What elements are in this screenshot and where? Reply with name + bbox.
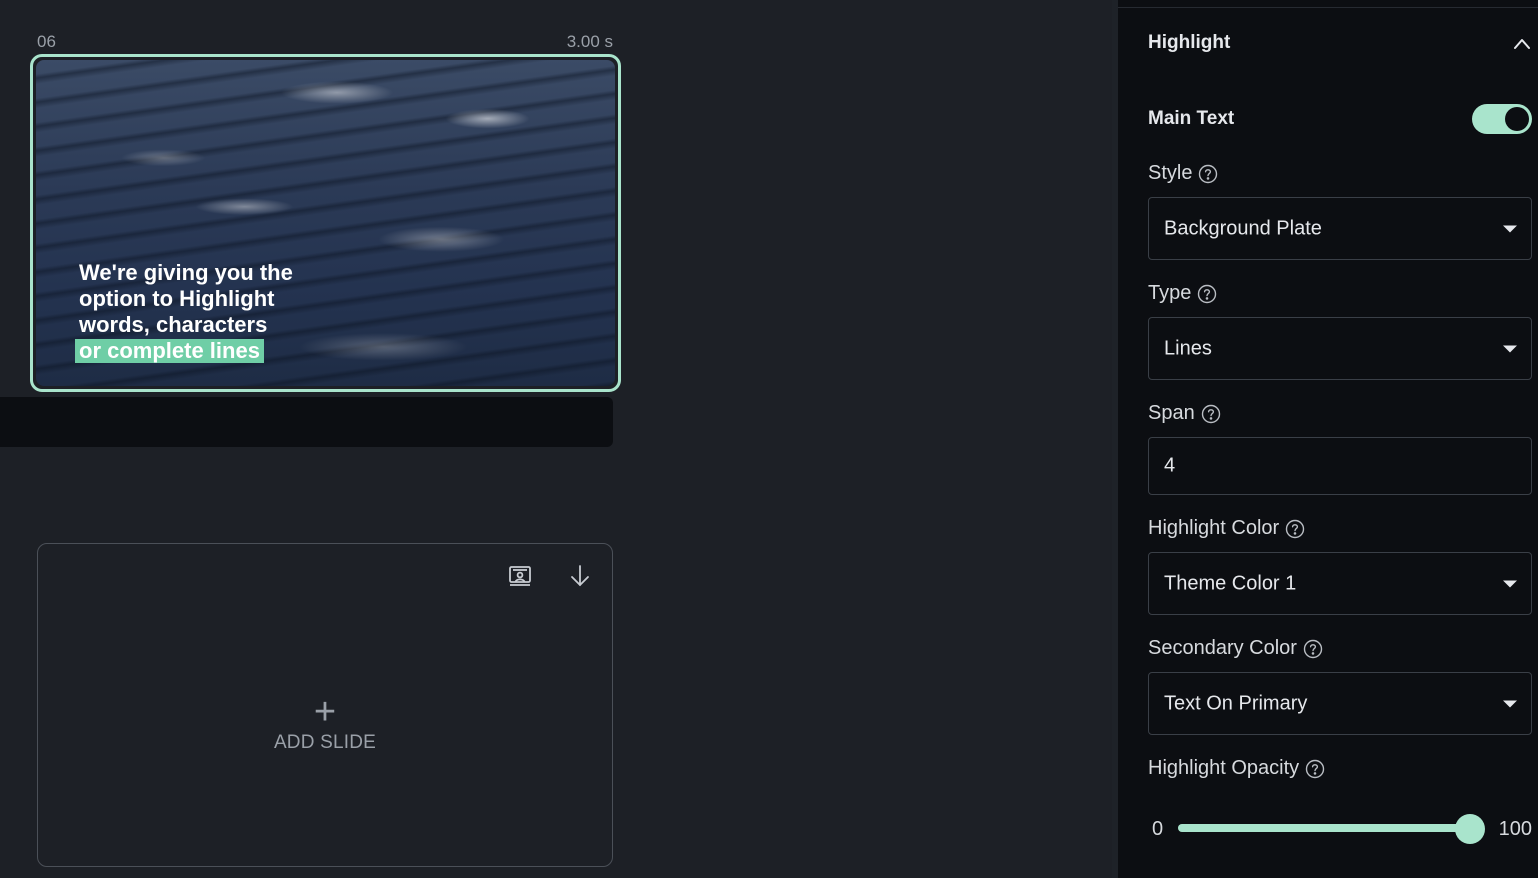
highlight-color-label: Highlight Color [1148,517,1305,540]
help-icon[interactable] [1198,164,1218,184]
properties-panel: Highlight Main Text Style Background Pla… [1112,0,1538,878]
selected-slide-card[interactable]: We're giving you the option to Highlight… [30,54,621,392]
plus-icon: + [313,691,337,733]
section-title: Highlight [1148,32,1231,53]
type-label: Type [1148,282,1217,305]
toggle-knob [1505,107,1529,131]
highlight-opacity-slider: 0 100 [1148,812,1532,844]
caption-line-1: We're giving you the [79,260,293,285]
span-input[interactable]: 4 [1148,437,1532,495]
arrow-down-icon[interactable] [566,562,594,590]
caption-line-2: option to Highlight [79,286,275,311]
slide-thumbnail: We're giving you the option to Highlight… [36,60,615,386]
highlight-color-label-text: Highlight Color [1148,517,1280,539]
highlight-opacity-label-text: Highlight Opacity [1148,757,1300,779]
slider-min: 0 [1152,818,1164,840]
slider-max: 100 [1498,818,1532,840]
highlight-section-header[interactable]: Highlight [1148,32,1532,58]
slide-duration: 3.00 s [566,32,613,51]
add-slide-tools [506,562,594,590]
slider-thumb[interactable] [1455,814,1485,844]
style-label: Style [1148,162,1218,185]
slide-caption: We're giving you the option to Highlight… [75,260,293,364]
type-label-text: Type [1148,282,1192,304]
slideshow-icon[interactable] [506,562,534,590]
help-icon[interactable] [1285,519,1305,539]
secondary-color-label: Secondary Color [1148,637,1323,660]
slide-timeline-bar[interactable] [0,397,613,447]
caret-down-icon [1503,225,1517,232]
add-slide-button[interactable]: + ADD SLIDE [38,691,612,754]
slider-track[interactable] [1178,824,1470,832]
slide-meta: 06 3.00 s [37,32,613,52]
secondary-color-label-text: Secondary Color [1148,637,1297,659]
caption-highlighted-line: or complete lines [75,339,264,363]
highlight-opacity-label: Highlight Opacity [1148,757,1325,780]
style-select-value: Background Plate [1164,217,1322,239]
main-text-row: Main Text [1148,104,1532,134]
help-icon[interactable] [1201,404,1221,424]
highlight-color-value: Theme Color 1 [1164,572,1297,594]
style-select[interactable]: Background Plate [1148,197,1532,260]
help-icon[interactable] [1197,284,1217,304]
add-slide-label: ADD SLIDE [273,732,377,753]
span-label: Span [1148,402,1221,425]
chevron-up-icon[interactable] [1512,34,1532,59]
type-select-value: Lines [1164,337,1212,359]
type-select[interactable]: Lines [1148,317,1532,380]
secondary-color-value: Text On Primary [1164,692,1308,714]
style-label-text: Style [1148,162,1193,184]
caption-line-3: words, characters [79,312,268,337]
caret-down-icon [1503,700,1517,707]
caret-down-icon [1503,345,1517,352]
panel-divider [1118,7,1538,8]
help-icon[interactable] [1303,639,1323,659]
span-input-value: 4 [1164,454,1176,477]
secondary-color-select[interactable]: Text On Primary [1148,672,1532,735]
main-text-label: Main Text [1148,108,1235,129]
help-icon[interactable] [1305,759,1325,779]
add-slide-card[interactable]: + ADD SLIDE [37,543,613,867]
main-text-toggle[interactable] [1472,104,1532,134]
slider-fill [1178,824,1470,832]
caret-down-icon [1503,580,1517,587]
highlight-color-select[interactable]: Theme Color 1 [1148,552,1532,615]
span-label-text: Span [1148,402,1195,424]
slide-number: 06 [37,32,56,51]
